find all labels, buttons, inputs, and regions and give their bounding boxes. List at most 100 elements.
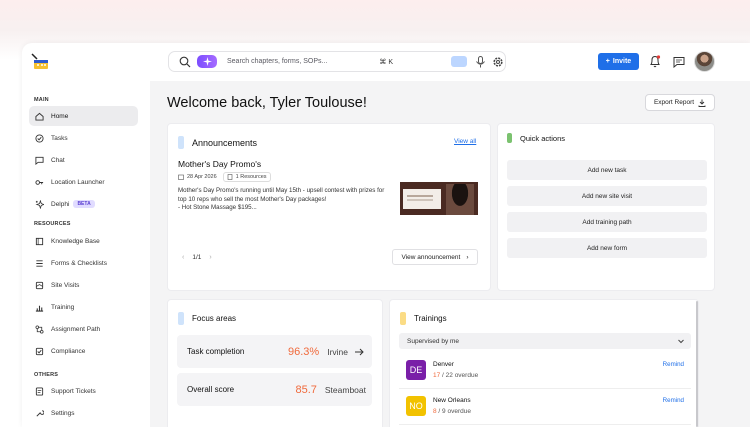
- sparkle-icon: [202, 57, 212, 66]
- view-all-link[interactable]: View all: [454, 138, 476, 145]
- add-new-task-button[interactable]: Add new task: [507, 160, 707, 180]
- sidebar-section-main: MAIN: [34, 97, 49, 103]
- sidebar-item-label: Site Visits: [51, 281, 80, 289]
- sidebar-item-tasks[interactable]: Tasks: [29, 128, 138, 148]
- sidebar-item-compliance[interactable]: Compliance: [29, 341, 138, 361]
- sidebar-item-delphi[interactable]: Delphi BETA: [29, 194, 138, 214]
- sidebar-item-settings[interactable]: Settings: [29, 403, 138, 423]
- announcement-date: 28 Apr 2026: [187, 174, 217, 180]
- add-new-site-visit-button[interactable]: Add new site visit: [507, 186, 707, 206]
- quick-actions-card: Quick actions Add new task Add new site …: [497, 123, 715, 291]
- focus-location: Steamboat: [324, 384, 366, 395]
- ticket-icon: [35, 386, 44, 396]
- add-new-form-button[interactable]: Add new form: [507, 238, 707, 258]
- announcements-card: Announcements View all Mother's Day Prom…: [167, 123, 491, 291]
- sidebar-item-label: Compliance: [51, 347, 86, 355]
- sidebar-item-forms-checklists[interactable]: Forms & Checklists: [29, 253, 138, 273]
- page-indicator: 1/1: [192, 254, 202, 261]
- title-accent: [507, 133, 512, 143]
- sidebar: MAIN Home Tasks Chat Location Launcher D…: [22, 81, 150, 427]
- training-overdue: 17 / 22 overdue: [433, 372, 479, 379]
- sidebar-item-label: Delphi: [51, 200, 70, 208]
- training-item-new-orleans[interactable]: NO New Orleans 8 / 9 overdue Remind: [399, 391, 691, 425]
- remind-link[interactable]: Remind: [663, 397, 684, 404]
- sidebar-item-label: Training: [51, 303, 75, 311]
- announcements-header: Announcements: [178, 136, 257, 149]
- user-avatar[interactable]: [694, 51, 715, 72]
- book-icon: [35, 237, 44, 245]
- check-circle-icon: [35, 133, 44, 143]
- focus-row-task-completion[interactable]: Task completion 96.3% Irvine: [177, 335, 372, 368]
- training-city: Denver: [433, 361, 454, 368]
- app-window: Search chapters, forms, SOPs... ⌘ K + In…: [22, 43, 750, 427]
- sidebar-item-training[interactable]: Training: [29, 297, 138, 317]
- location-badge: NO: [406, 396, 426, 416]
- wrench-icon: [36, 409, 44, 417]
- view-announcement-button[interactable]: View announcement ›: [392, 249, 478, 265]
- calendar-icon: [178, 174, 184, 180]
- next-page-icon[interactable]: ›: [209, 254, 211, 261]
- sidebar-section-others: OTHERS: [34, 372, 59, 378]
- sidebar-item-knowledge-base[interactable]: Knowledge Base: [29, 231, 138, 251]
- sidebar-item-label: Support Tickets: [51, 387, 96, 395]
- focus-row-overall-score[interactable]: Overall score 85.7 Steamboat: [177, 373, 372, 406]
- sidebar-item-label: Location Launcher: [51, 178, 105, 186]
- sidebar-item-site-visits[interactable]: Site Visits: [29, 275, 138, 295]
- sidebar-item-label: Home: [51, 112, 69, 120]
- document-icon: [227, 174, 232, 180]
- export-report-button[interactable]: Export Report: [645, 94, 715, 111]
- sidebar-item-label: Chat: [51, 156, 65, 164]
- arrow-right-icon[interactable]: [354, 347, 364, 357]
- gear-icon[interactable]: [492, 56, 504, 68]
- search-icon[interactable]: [179, 56, 191, 68]
- logo-icon[interactable]: [30, 53, 50, 71]
- forms-icon: [36, 259, 43, 267]
- home-icon: [35, 112, 44, 121]
- focus-location: Irvine: [327, 346, 348, 357]
- resources-badge[interactable]: 1 Resources: [222, 172, 271, 182]
- export-label: Export Report: [653, 99, 695, 106]
- sidebar-item-assignment-path[interactable]: Assignment Path: [29, 319, 138, 339]
- sidebar-item-home[interactable]: Home: [29, 106, 138, 126]
- sidebar-item-chat[interactable]: Chat: [29, 150, 138, 170]
- chat-icon: [35, 156, 44, 165]
- chevron-right-icon: ›: [466, 253, 469, 261]
- chart-icon: [35, 305, 44, 312]
- microphone-icon[interactable]: [475, 56, 486, 68]
- title-accent: [400, 312, 406, 325]
- search-bar[interactable]: Search chapters, forms, SOPs... ⌘ K: [168, 51, 506, 72]
- focus-areas-header: Focus areas: [178, 312, 236, 325]
- scrollbar[interactable]: [696, 301, 698, 427]
- view-announcement-label: View announcement: [401, 253, 461, 261]
- remind-link[interactable]: Remind: [663, 361, 684, 368]
- add-training-path-button[interactable]: Add training path: [507, 212, 707, 232]
- prev-page-icon[interactable]: ‹: [182, 254, 184, 261]
- search-filter-pill[interactable]: [451, 56, 467, 67]
- announcement-thumbnail[interactable]: [400, 182, 478, 215]
- sidebar-item-location-launcher[interactable]: Location Launcher: [29, 172, 138, 192]
- sidebar-item-support-tickets[interactable]: Support Tickets: [29, 381, 138, 401]
- bell-icon[interactable]: [649, 55, 661, 68]
- announcement-title[interactable]: Mother's Day Promo's: [178, 159, 261, 169]
- ai-assistant-button[interactable]: [197, 55, 217, 68]
- download-icon: [698, 99, 706, 107]
- training-overdue: 8 / 9 overdue: [433, 408, 471, 415]
- page-title: Welcome back, Tyler Toulouse!: [167, 95, 367, 111]
- message-icon[interactable]: [673, 56, 685, 68]
- sparkle-icon: [35, 199, 44, 209]
- title-accent: [178, 312, 184, 325]
- resources-count: 1 Resources: [235, 174, 267, 180]
- sidebar-item-label: Forms & Checklists: [51, 259, 107, 267]
- search-input[interactable]: Search chapters, forms, SOPs...: [227, 58, 379, 65]
- focus-value: 96.3%: [288, 345, 320, 358]
- invite-button[interactable]: + Invite: [598, 53, 639, 70]
- training-item-denver[interactable]: DE Denver 17 / 22 overdue Remind: [399, 355, 691, 389]
- trainings-card: Trainings Supervised by me DE Denver 17 …: [389, 299, 699, 427]
- supervised-filter-select[interactable]: Supervised by me: [399, 333, 691, 349]
- chevron-down-icon: [678, 339, 684, 344]
- quick-actions-header: Quick actions: [507, 133, 565, 143]
- focus-areas-card: Focus areas Task completion 96.3% Irvine…: [167, 299, 383, 427]
- announcement-body: Mother's Day Promo's running until May 1…: [178, 187, 385, 211]
- quick-actions-title: Quick actions: [520, 133, 566, 143]
- sidebar-item-label: Knowledge Base: [51, 237, 100, 245]
